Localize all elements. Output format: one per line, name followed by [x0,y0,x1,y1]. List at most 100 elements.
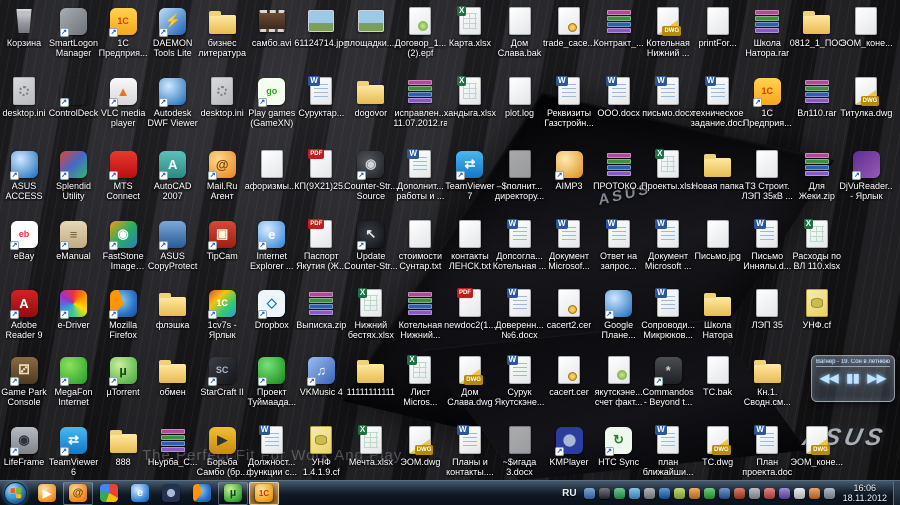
desktop-icon[interactable]: Выписка.zip [294,287,348,330]
desktop-icon[interactable]: eb ↗ eBay [0,218,51,261]
desktop-icon[interactable]: W Реквизиты Газстройн... [542,75,596,128]
desktop-icon[interactable]: ▲ ↗ VLC media player [96,75,150,128]
desktop-icon[interactable]: Письмо.jpg [691,218,745,261]
desktop-icon[interactable]: ↗ SmartLogon Manager [47,5,101,58]
player-prev-button[interactable]: ◀◀ [820,371,838,385]
desktop-icon[interactable]: W Письмо Иннялы.d... [740,218,794,271]
desktop-icon[interactable]: @ ↗ Mail.Ru Агент [195,148,249,201]
desktop-icon[interactable]: якутскэне... счет факт... [592,354,646,407]
player-next-button[interactable]: ▶▶ [868,371,886,385]
desktop-icon[interactable]: ↗ ControlDeck [47,75,101,118]
desktop-icon[interactable]: PDF Паспорт Якутия (Ж... [294,218,348,271]
taskbar-item-kmplayer[interactable] [156,482,186,505]
taskbar-item-chrome[interactable] [94,482,124,505]
desktop-icon[interactable]: Контракт_... [592,5,646,48]
desktop-icon[interactable]: W Документ Microsoft ... [641,218,695,271]
desktop-icon[interactable]: Для Жеки.zip [790,148,844,201]
desktop-icon[interactable]: ↗ DjVuReader... - Ярлык [839,148,893,201]
desktop-icon[interactable]: W Планы и контакты.... [443,424,497,477]
desktop-icon[interactable]: ▣ ↗ TipCam [195,218,249,261]
desktop-icon[interactable]: 1С ↗ 1С Предприя... [740,75,794,128]
player-pause-button[interactable]: ▮▮ [846,371,859,385]
desktop-icon[interactable]: ↗ Google Плане... [592,287,646,340]
desktop-icon[interactable]: 0812_1_ПОС [790,5,844,48]
taskbar-item-internet-explorer[interactable]: e [125,482,155,505]
1c-tray-icon[interactable] [688,487,700,499]
desktop-icon[interactable]: ЛЭП 35 [740,287,794,330]
action-center-tray-icon[interactable] [763,487,775,499]
desktop-icon[interactable]: УНФ 1.4.1.9.cf [294,424,348,477]
desktop-icon[interactable]: ↗ Проект Туймаада... [245,354,299,407]
desktop-icon[interactable]: printFor... [691,5,745,48]
desktop-icon[interactable]: ↗ MegaFon Internet [47,354,101,407]
desktop-icon[interactable]: PDF КП(9Х21)25... [294,148,348,191]
desktop-icon[interactable]: ⚂ ↗ Game Park Console [0,354,51,407]
installer-tray-icon[interactable] [778,487,790,499]
desktop-icon[interactable]: флэшка [146,287,200,330]
desktop-icon[interactable]: ↗ MTS Connect [96,148,150,201]
desktop-icon[interactable]: * ↗ Commandos - Beyond t... [641,354,695,407]
desktop-icon[interactable]: ↻ ↗ HTC Sync [592,424,646,467]
desktop-icon[interactable]: ↗ Autodesk DWF Viewer [146,75,200,128]
desktop-icon[interactable]: ⚡ ↗ DAEMON Tools Lite [146,5,200,58]
desktop-icon[interactable]: Школа Натора [691,287,745,340]
desktop-icon[interactable]: ◉↗FastStone Image Viewer [96,218,150,271]
desktop-icon[interactable]: 11111111111 [344,354,398,397]
desktop-icon[interactable]: A ↗ AutoCAD 2007 [146,148,200,201]
desktop-icon[interactable]: ~$игада 3.docx [493,424,547,477]
desktop-icon[interactable]: DWG ЭОМ.dwg [393,424,447,467]
bluetooth-tray-icon[interactable] [658,487,670,499]
desktop-icon[interactable]: 888 [96,424,150,467]
desktop-icon[interactable]: trade_cace... [542,5,596,48]
desktop-icon[interactable]: W План проекта.doc [740,424,794,477]
desktop-icon[interactable]: ♫ ↗ VKMusic 4 [294,354,348,397]
start-button[interactable] [4,481,27,505]
usb-tray-icon[interactable] [673,487,685,499]
desktop-icon[interactable]: ↗ AIMP3 [542,148,596,191]
desktop-icon[interactable]: X Проекты.xlsx [641,148,695,191]
desktop-icon[interactable]: PDF newdoc2(1... [443,287,497,330]
desktop-icon[interactable]: 1С ↗ 1С Предприя... [96,5,150,58]
security-tray-icon[interactable] [808,487,820,499]
desktop-icon[interactable]: ≡ ↗ eManual [47,218,101,261]
desktop-icon[interactable]: Корзина [0,5,51,48]
desktop-icon[interactable]: X Лист Micros... [393,354,447,407]
desktop-icon[interactable]: e ↗ Internet Explorer ... [245,218,299,271]
language-indicator[interactable]: RU [562,488,576,499]
desktop-icon[interactable]: DWG TC.dwg [691,424,745,467]
display-tray-icon[interactable] [748,487,760,499]
desktop-icon[interactable]: TC.bak [691,354,745,397]
desktop-icon[interactable]: УНФ.cf [790,287,844,330]
desktop-icon[interactable]: W Сурук Якутскэне... [493,354,547,407]
desktop-icon[interactable]: X Карта.xlsx [443,5,497,48]
desktop-icon[interactable]: ↗ ASUS ACCESS [0,148,51,201]
volume-tray-icon[interactable] [793,487,805,499]
desktop-icon[interactable]: Котельная Нижний... [393,287,447,340]
desktop-icon[interactable]: W Суруктар... [294,75,348,118]
desktop-icon[interactable]: ЭОМ_коне... [839,5,893,48]
show-desktop-button[interactable] [893,480,900,505]
folder-tray-icon[interactable] [628,487,640,499]
phone-tray-icon[interactable] [598,487,610,499]
desktop-icon[interactable]: ⇄ ↗ TeamViewer 7 [443,148,497,201]
desktop-icon[interactable]: DWG ЭОМ_коне... [790,424,844,467]
taskbar-item-firefox[interactable] [187,482,217,505]
desktop-icon[interactable]: ПРОТОКО... [592,148,646,191]
desktop-icon[interactable]: Договор_1... (2).epf [393,5,447,58]
teamviewer-tray-icon[interactable] [583,487,595,499]
desktop-icon[interactable]: –$полнит... директору... [493,148,547,201]
desktop-icon[interactable]: A ↗ Adobe Reader 9 [0,287,51,340]
desktop-icon[interactable]: desktop.ini [0,75,51,118]
taskbar-item-wmp[interactable]: ▶ [32,482,62,505]
desktop-icon[interactable]: контакты ЛЕНСК.txt [443,218,497,271]
desktop-icon[interactable]: Вл110.rar [790,75,844,118]
viber-tray-icon[interactable] [703,487,715,499]
desktop-icon[interactable]: X Расходы по ВЛ 110.xlsx [790,218,844,271]
desktop-icon[interactable]: стоимости Сунтар.txt [393,218,447,271]
desktop-icon[interactable]: cacert.cer [542,354,596,397]
desktop-icon[interactable]: Xхандыга.xlsx [443,75,497,118]
taskbar-item-utorrent[interactable]: µ [218,481,248,505]
taskbar-item-1c[interactable]: 1С [249,481,279,505]
update-tray-icon[interactable] [643,487,655,499]
desktop-icon[interactable]: Дом Слава.bak [493,5,547,58]
